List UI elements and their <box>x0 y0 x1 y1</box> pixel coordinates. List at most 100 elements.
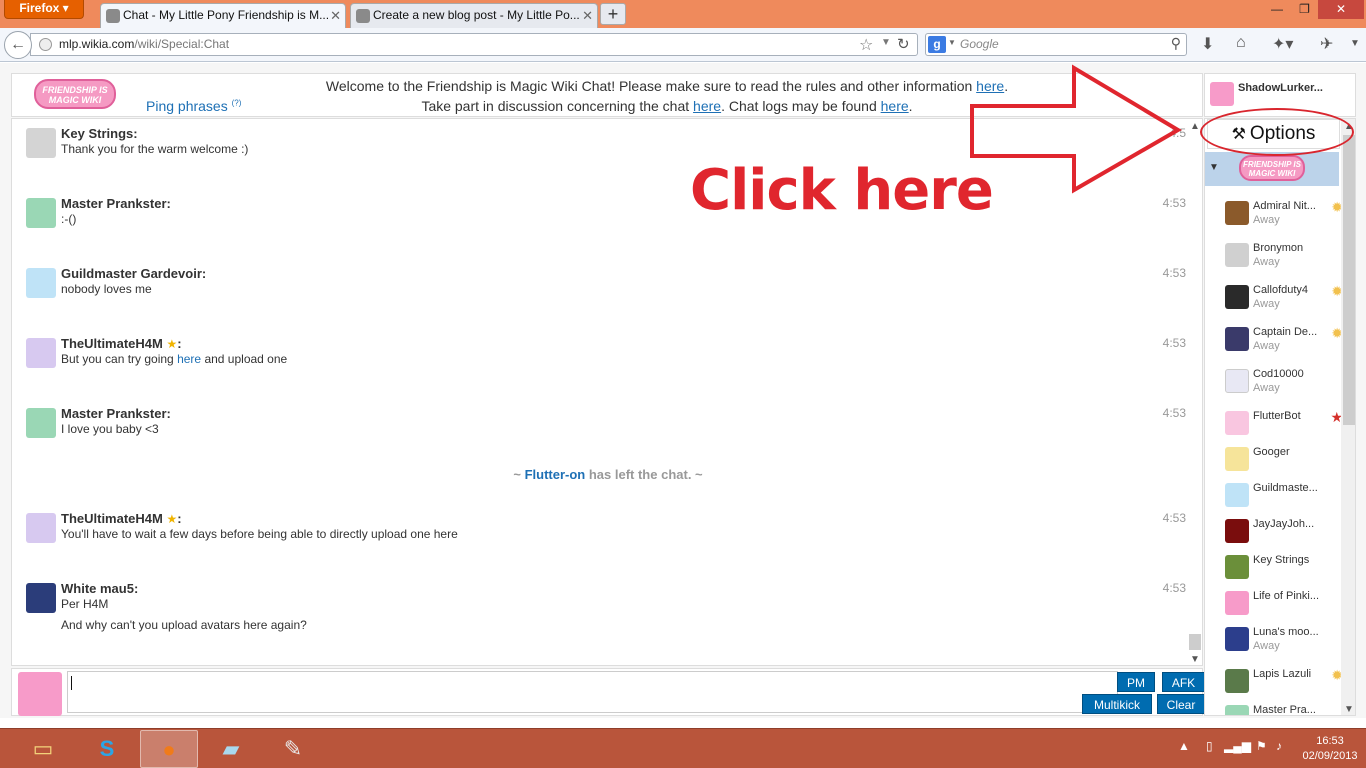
avatar[interactable] <box>26 198 56 228</box>
avatar[interactable] <box>26 268 56 298</box>
wiki-logo[interactable]: FRIENDSHIP IS MAGIC WIKI <box>34 79 116 109</box>
avatar[interactable] <box>26 128 56 158</box>
url-history-dropdown-icon[interactable]: ▼ <box>881 37 891 48</box>
alert-username[interactable]: Flutter-on <box>525 467 586 482</box>
message-username[interactable]: Guildmaster Gardevoir: <box>61 266 206 281</box>
search-magnifier-icon[interactable]: ⚲ <box>1171 35 1181 52</box>
skype-icon[interactable]: S <box>78 730 136 768</box>
user-name: Callofduty4 <box>1253 284 1309 296</box>
message-link[interactable]: here <box>177 352 201 366</box>
google-engine-icon[interactable]: g <box>928 36 946 53</box>
tab-chat[interactable]: Chat - My Little Pony Friendship is M...… <box>100 3 346 28</box>
user-list-item[interactable]: Key Strings <box>1225 553 1343 589</box>
close-window-button[interactable]: ✕ <box>1318 0 1364 19</box>
maximize-button[interactable]: ❐ <box>1291 0 1318 19</box>
search-input[interactable]: Google <box>960 37 999 51</box>
scrollbar-thumb[interactable] <box>1189 634 1201 650</box>
message-username[interactable]: TheUltimateH4M ★: <box>61 336 182 351</box>
user-list-item[interactable]: Bronymon Away <box>1225 241 1343 277</box>
firefox-titlebar: Firefox ▾ Chat - My Little Pony Friendsh… <box>0 0 1366 28</box>
user-name: Captain De... <box>1253 326 1318 338</box>
scrollbar-thumb[interactable] <box>1343 135 1355 425</box>
username-text: TheUltimateH4M <box>61 511 163 526</box>
minimize-button[interactable]: — <box>1263 0 1291 19</box>
user-list-item[interactable]: Luna's moo... Away <box>1225 625 1343 661</box>
collapse-triangle-icon[interactable]: ▼ <box>1209 162 1219 173</box>
message-username[interactable]: Master Prankster: <box>61 406 171 421</box>
user-list-item[interactable]: Master Pra... <box>1225 703 1343 715</box>
user-name: Luna's moo... <box>1253 626 1319 638</box>
ping-help-icon[interactable]: (?) <box>232 98 242 107</box>
flag-icon[interactable]: ⚑ <box>1256 739 1267 753</box>
message-username[interactable]: White mau5: <box>61 581 138 596</box>
user-list-item[interactable]: Cod10000 Away <box>1225 367 1343 403</box>
tab-close-icon[interactable]: ✕ <box>582 4 593 27</box>
battery-icon[interactable]: ▯ <box>1206 739 1213 753</box>
afk-button[interactable]: AFK <box>1162 672 1205 692</box>
scroll-down-arrow-icon[interactable]: ▼ <box>1344 704 1354 715</box>
firefox-menu-button[interactable]: Firefox ▾ <box>4 0 84 19</box>
discussion-link[interactable]: here <box>693 98 721 114</box>
avatar[interactable] <box>26 408 56 438</box>
paint-icon[interactable]: ✎ <box>264 730 322 768</box>
user-list-item[interactable]: Googer <box>1225 445 1343 481</box>
reload-icon[interactable]: ↻ <box>897 35 910 53</box>
user-list-item[interactable]: Lapis Lazuli ✹ <box>1225 667 1343 703</box>
search-bar[interactable]: g ▼ Google ⚲ <box>925 33 1187 56</box>
user-list-item[interactable]: FlutterBot ★ <box>1225 409 1343 445</box>
chat-scrollbar[interactable]: ▲ ▼ <box>1188 119 1202 665</box>
chat-moderator-star-icon: ★ <box>166 512 178 526</box>
new-tab-button[interactable]: + <box>600 3 626 25</box>
show-hidden-icons-icon[interactable]: ▲ <box>1178 739 1190 753</box>
downloads-icon[interactable]: ⬇ <box>1201 34 1214 54</box>
chat-messages[interactable]: Key Strings: Thank you for the warm welc… <box>11 118 1203 666</box>
folder-icon[interactable]: ▭ <box>14 730 72 768</box>
firefox-icon[interactable]: ● <box>140 730 198 768</box>
notepad-icon[interactable]: ▰ <box>202 730 260 768</box>
chat-message: TheUltimateH4M ★: You'll have to wait a … <box>26 511 1186 551</box>
message-input[interactable] <box>67 671 1118 713</box>
tab-blog[interactable]: Create a new blog post - My Little Po...… <box>350 3 598 28</box>
scroll-down-arrow-icon[interactable]: ▼ <box>1190 654 1200 665</box>
avatar[interactable] <box>26 583 56 613</box>
tab-close-icon[interactable]: ✕ <box>330 4 341 27</box>
wiki-user-group[interactable]: ▼ FRIENDSHIP IS MAGIC WIKI <box>1205 152 1339 186</box>
avatar <box>1225 555 1249 579</box>
avatar <box>18 672 62 716</box>
pm-button[interactable]: PM <box>1117 672 1155 692</box>
user-list-item[interactable]: Life of Pinki... <box>1225 589 1343 625</box>
user-name: Guildmaste... <box>1253 482 1318 494</box>
home-icon[interactable]: ⌂ <box>1236 34 1246 52</box>
back-button[interactable]: ← <box>4 31 32 59</box>
avatar[interactable] <box>26 338 56 368</box>
message-username[interactable]: Master Prankster: <box>61 196 171 211</box>
system-clock[interactable]: 16:53 02/09/2013 <box>1300 734 1360 764</box>
toolbar-overflow-icon[interactable]: ▼ <box>1350 38 1360 49</box>
current-username: ShadowLurker... <box>1238 82 1323 94</box>
bookmarks-menu-icon[interactable]: ✦▾ <box>1272 34 1293 54</box>
user-name: Admiral Nit... <box>1253 200 1316 212</box>
volume-icon[interactable]: ♪ <box>1276 739 1282 753</box>
message-username[interactable]: TheUltimateH4M ★: <box>61 511 182 526</box>
url-bar[interactable]: mlp.wikia.com/wiki/Special:Chat ☆ ▼ ↻ <box>30 33 918 56</box>
user-list-item[interactable]: Captain De... Away ✹ <box>1225 325 1343 361</box>
avatar[interactable] <box>26 513 56 543</box>
message-username[interactable]: Key Strings: <box>61 126 138 141</box>
chat-logs-link[interactable]: here <box>881 98 909 114</box>
user-list-scrollbar[interactable]: ▲ ▼ <box>1341 119 1355 715</box>
avatar <box>1225 447 1249 471</box>
user-list-item[interactable]: Guildmaste... <box>1225 481 1343 517</box>
addon-icon[interactable]: ✈ <box>1320 34 1333 54</box>
network-signal-icon[interactable]: ▂▄▆ <box>1224 739 1251 753</box>
ping-phrases-link[interactable]: Ping phrases (?) <box>146 98 241 114</box>
site-identity-icon[interactable] <box>39 38 52 51</box>
search-engine-dropdown-icon[interactable]: ▼ <box>948 38 956 47</box>
user-list-item[interactable]: JayJayJoh... <box>1225 517 1343 553</box>
clear-button[interactable]: Clear <box>1157 694 1205 714</box>
chat-message: White mau5: Per H4M And why can't you up… <box>26 581 1186 641</box>
user-list-item[interactable]: Callofduty4 Away ✹ <box>1225 283 1343 319</box>
bookmark-star-icon[interactable]: ☆ <box>859 35 873 55</box>
multikick-button[interactable]: Multikick <box>1082 694 1152 714</box>
user-list-item[interactable]: Admiral Nit... Away ✹ <box>1225 199 1343 235</box>
annotation-circle <box>1200 108 1354 156</box>
